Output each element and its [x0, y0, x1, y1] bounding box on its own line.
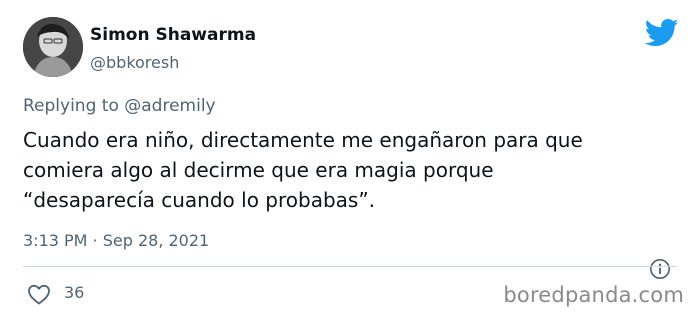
timestamp-link[interactable]: 3:13 PM · Sep 28, 2021	[23, 231, 209, 250]
tweet-line: Cuando era niño, directamente me engañar…	[23, 128, 583, 152]
heart-icon[interactable]	[27, 283, 51, 305]
tweet-text: Cuando era niño, directamente me engañar…	[23, 125, 683, 215]
like-count: 36	[64, 283, 85, 302]
replying-prefix: Replying to	[23, 96, 119, 116]
tweet-line: comiera algo al decirme que era magia po…	[23, 158, 494, 182]
info-icon[interactable]	[649, 258, 671, 280]
user-handle[interactable]: @bbkoresh	[90, 53, 179, 72]
display-name[interactable]: Simon Shawarma	[90, 25, 256, 45]
divider	[23, 266, 677, 267]
replying-to: Replying to @adremily	[23, 96, 216, 116]
avatar[interactable]	[23, 17, 83, 77]
twitter-bird-icon[interactable]	[645, 18, 679, 48]
tweet-card: Simon Shawarma @bbkoresh Replying to @ad…	[0, 0, 700, 319]
tweet-line: “desaparecía cuando lo probabas”.	[23, 188, 376, 212]
watermark: boredpanda.com	[503, 283, 684, 307]
reply-mention-link[interactable]: @adremily	[124, 96, 215, 116]
